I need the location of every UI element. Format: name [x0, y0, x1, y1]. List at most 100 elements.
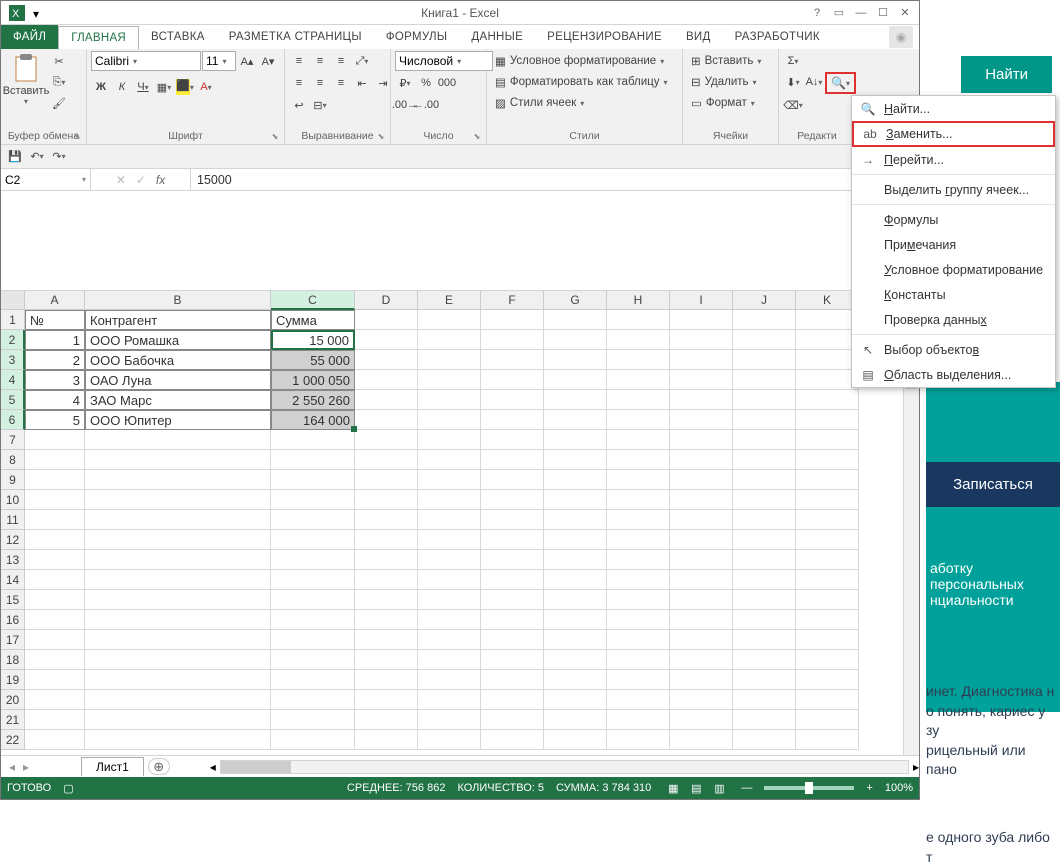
cell[interactable]	[418, 490, 481, 510]
percent-format-button[interactable]: %	[416, 73, 436, 93]
cell[interactable]	[607, 590, 670, 610]
cell[interactable]	[355, 330, 418, 350]
name-box[interactable]: C2▾	[1, 169, 91, 190]
cell[interactable]	[355, 730, 418, 750]
row-header[interactable]: 19	[1, 670, 25, 690]
cell[interactable]	[607, 470, 670, 490]
zoom-level[interactable]: 100%	[885, 782, 913, 794]
cell[interactable]	[796, 710, 859, 730]
col-header-J[interactable]: J	[733, 291, 796, 310]
cell[interactable]	[25, 610, 85, 630]
tab-view[interactable]: ВИД	[674, 25, 723, 49]
cell[interactable]	[85, 530, 271, 550]
cell[interactable]	[670, 670, 733, 690]
cell[interactable]	[355, 470, 418, 490]
increase-font-button[interactable]: A▴	[237, 51, 257, 71]
cell[interactable]	[271, 610, 355, 630]
menu-find[interactable]: 🔍Найти...	[852, 96, 1055, 121]
cell[interactable]	[418, 430, 481, 450]
cell[interactable]	[25, 430, 85, 450]
cell[interactable]	[733, 690, 796, 710]
fx-icon[interactable]: fx	[156, 173, 165, 187]
cell[interactable]	[85, 470, 271, 490]
cell[interactable]	[25, 510, 85, 530]
cell[interactable]	[355, 630, 418, 650]
col-header-E[interactable]: E	[418, 291, 481, 310]
row-header[interactable]: 7	[1, 430, 25, 450]
cell[interactable]	[418, 590, 481, 610]
cell[interactable]: 2	[25, 350, 85, 370]
cell[interactable]	[796, 650, 859, 670]
cell[interactable]	[355, 490, 418, 510]
cell[interactable]	[544, 590, 607, 610]
cell[interactable]	[481, 610, 544, 630]
align-middle-button[interactable]: ≡	[310, 51, 330, 71]
help-icon[interactable]: ?	[807, 4, 827, 22]
cell[interactable]	[85, 650, 271, 670]
cell[interactable]	[355, 650, 418, 670]
cell[interactable]	[85, 690, 271, 710]
row-header[interactable]: 21	[1, 710, 25, 730]
comma-format-button[interactable]: 000	[437, 73, 457, 93]
cell[interactable]	[481, 490, 544, 510]
user-avatar-icon[interactable]: ◉	[889, 26, 913, 48]
cell[interactable]	[355, 410, 418, 430]
find-select-button[interactable]: 🔍▾	[825, 72, 856, 94]
row-header[interactable]: 9	[1, 470, 25, 490]
cell[interactable]	[733, 610, 796, 630]
menu-formulas[interactable]: Формулы	[852, 207, 1055, 232]
italic-button[interactable]: К	[112, 77, 132, 97]
cancel-formula-icon[interactable]: ✕	[116, 173, 126, 187]
row-header[interactable]: 2	[1, 330, 25, 350]
cell[interactable]	[481, 350, 544, 370]
cell[interactable]	[85, 490, 271, 510]
cell[interactable]	[85, 670, 271, 690]
cell[interactable]	[355, 710, 418, 730]
align-center-button[interactable]: ≡	[310, 73, 330, 93]
cell[interactable]	[355, 670, 418, 690]
cell[interactable]	[670, 510, 733, 530]
cell[interactable]	[85, 610, 271, 630]
cell[interactable]	[25, 590, 85, 610]
menu-validation[interactable]: Проверка данных	[852, 307, 1055, 332]
cell[interactable]	[544, 310, 607, 330]
row-header[interactable]: 15	[1, 590, 25, 610]
cell[interactable]	[670, 530, 733, 550]
view-page-break-icon[interactable]: ▥	[709, 782, 729, 795]
view-page-layout-icon[interactable]: ▤	[686, 782, 706, 795]
sheet-nav-prev-icon[interactable]: ◂	[9, 760, 15, 774]
align-right-button[interactable]: ≡	[331, 73, 351, 93]
cell[interactable]	[607, 610, 670, 630]
font-launcher-icon[interactable]: ⬊	[270, 132, 280, 142]
cell[interactable]	[271, 630, 355, 650]
cell[interactable]	[271, 710, 355, 730]
cell[interactable]	[25, 730, 85, 750]
col-header-K[interactable]: K	[796, 291, 859, 310]
worksheet-grid[interactable]: A B C D E F G H I J K 1№КонтрагентСумма2…	[1, 291, 919, 755]
cell[interactable]	[481, 550, 544, 570]
cell[interactable]	[481, 330, 544, 350]
cell[interactable]	[544, 650, 607, 670]
cell[interactable]	[796, 350, 859, 370]
cell[interactable]	[355, 450, 418, 470]
cell[interactable]	[670, 430, 733, 450]
cell[interactable]	[544, 670, 607, 690]
cell[interactable]	[796, 590, 859, 610]
cell[interactable]	[607, 690, 670, 710]
cell[interactable]	[733, 530, 796, 550]
cell[interactable]	[796, 630, 859, 650]
cell[interactable]	[607, 430, 670, 450]
format-as-table-button[interactable]: ▤Форматировать как таблицу▾	[491, 72, 672, 92]
cell[interactable]	[25, 690, 85, 710]
tab-developer[interactable]: РАЗРАБОТЧИК	[723, 25, 832, 49]
formula-input[interactable]: 15000	[191, 169, 919, 190]
copy-button[interactable]: ⎘▾	[49, 72, 69, 92]
border-button[interactable]: ▦▾	[154, 77, 174, 97]
cell[interactable]	[481, 710, 544, 730]
cell[interactable]	[607, 350, 670, 370]
cell[interactable]	[481, 670, 544, 690]
cell[interactable]	[355, 430, 418, 450]
macro-record-icon[interactable]: ▢	[63, 782, 73, 795]
cell[interactable]	[607, 630, 670, 650]
tab-data[interactable]: ДАННЫЕ	[459, 25, 535, 49]
